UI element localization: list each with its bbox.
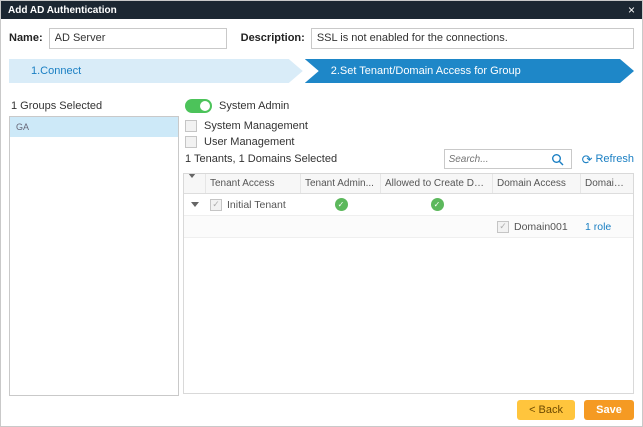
allowed-create-check-icon: ✓ <box>431 198 444 211</box>
toggle-knob <box>200 101 210 111</box>
search-input[interactable] <box>445 151 549 167</box>
search-icon[interactable] <box>549 153 567 166</box>
group-list-item[interactable]: GA <box>10 117 178 137</box>
search-box <box>444 149 572 169</box>
table-row-tenant: ✓ Initial Tenant ✓ ✓ <box>184 194 633 216</box>
tenant-name: Initial Tenant <box>227 199 286 211</box>
header-allowed-create-domain: Allowed to Create Domain ... <box>381 174 493 193</box>
refresh-label: Refresh <box>595 153 634 165</box>
tenant-domain-table: Tenant Access Tenant Admin... Allowed to… <box>183 173 634 394</box>
header-tenant-admin: Tenant Admin... <box>301 174 381 193</box>
dialog-titlebar: Add AD Authentication × <box>1 1 642 19</box>
system-admin-row: System Admin <box>185 98 289 114</box>
name-description-row: Name: Description: <box>9 27 634 49</box>
step-connect[interactable]: 1.Connect <box>9 59 303 83</box>
header-domain-privileges: Domain Privileges <box>581 174 633 193</box>
table-row-domain: ✓ Domain001 1 role <box>184 216 633 238</box>
row-expander-cell <box>184 202 206 207</box>
table-header-row: Tenant Access Tenant Admin... Allowed to… <box>184 174 633 194</box>
system-admin-label: System Admin <box>219 100 289 112</box>
name-label: Name: <box>9 32 43 44</box>
tenant-admin-check-icon: ✓ <box>335 198 348 211</box>
groups-list: GA <box>9 116 179 396</box>
domain-name: Domain001 <box>514 221 568 233</box>
tenant-admin-cell: ✓ <box>301 198 381 211</box>
dialog-footer: < Back Save <box>517 400 634 420</box>
tenant-checkbox[interactable]: ✓ <box>210 199 222 211</box>
back-button[interactable]: < Back <box>517 400 575 420</box>
system-management-row: System Management <box>185 118 308 134</box>
description-input[interactable] <box>311 28 634 49</box>
domain-checkbox[interactable]: ✓ <box>497 221 509 233</box>
step-tenant-domain-access[interactable]: 2.Set Tenant/Domain Access for Group <box>305 59 634 83</box>
header-domain-access: Domain Access <box>493 174 581 193</box>
wizard-steps: 1.Connect 2.Set Tenant/Domain Access for… <box>9 59 634 83</box>
allowed-create-domain-cell: ✓ <box>381 198 493 211</box>
role-count-link[interactable]: 1 role <box>585 221 611 233</box>
domain-privileges-cell: 1 role <box>581 221 633 233</box>
close-icon[interactable]: × <box>628 4 635 16</box>
add-ad-authentication-dialog: Add AD Authentication × Name: Descriptio… <box>0 0 643 427</box>
description-label: Description: <box>241 32 305 44</box>
refresh-button[interactable]: ⟳ Refresh <box>582 153 634 166</box>
system-management-checkbox[interactable] <box>185 120 197 132</box>
domain-access-cell: ✓ Domain001 <box>493 221 581 233</box>
system-management-label: System Management <box>204 120 308 132</box>
step-tenant-domain-access-label: 2.Set Tenant/Domain Access for Group <box>331 65 521 77</box>
selection-summary: 1 Tenants, 1 Domains Selected <box>185 153 444 165</box>
header-tenant-access: Tenant Access <box>206 174 301 193</box>
selection-summary-row: 1 Tenants, 1 Domains Selected ⟳ Refresh <box>185 148 634 170</box>
collapse-all-icon[interactable] <box>188 174 196 189</box>
system-admin-toggle[interactable] <box>185 99 212 113</box>
dialog-title: Add AD Authentication <box>8 5 117 16</box>
user-management-label: User Management <box>204 136 295 148</box>
collapse-all-cell[interactable] <box>184 174 206 193</box>
row-expander-icon[interactable] <box>191 202 199 207</box>
user-management-checkbox[interactable] <box>185 136 197 148</box>
save-button[interactable]: Save <box>584 400 634 420</box>
tenant-access-cell: ✓ Initial Tenant <box>206 199 301 211</box>
refresh-icon: ⟳ <box>582 153 593 166</box>
name-input[interactable] <box>49 28 227 49</box>
step-connect-label: 1.Connect <box>31 65 81 77</box>
groups-selected-count: 1 Groups Selected <box>11 100 102 112</box>
